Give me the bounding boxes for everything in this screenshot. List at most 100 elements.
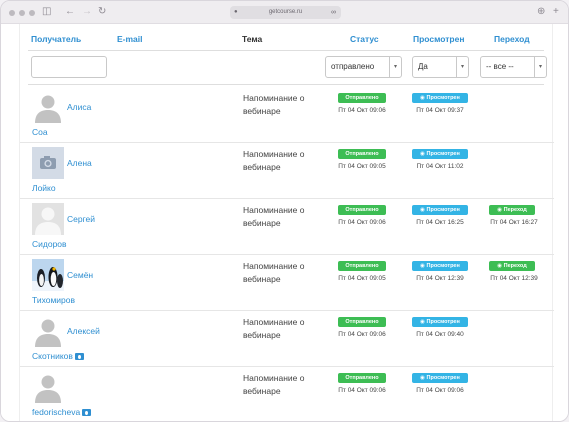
recipient-last-name-link[interactable]: Лойко bbox=[32, 183, 56, 193]
status-badge: Отправлено bbox=[338, 149, 386, 159]
table-row: Алена Лойко Напоминание о вебинаре Отправле… bbox=[20, 143, 554, 199]
message-subject: Напоминание о вебинаре bbox=[243, 149, 305, 172]
recipient-last-name: Скотников bbox=[32, 351, 73, 361]
shield-icon: ● bbox=[234, 9, 238, 15]
header-viewed[interactable]: Просмотрен bbox=[413, 34, 464, 44]
table-row: Алексей Скотников Напоминание о вебинаре От… bbox=[20, 311, 554, 367]
viewed-time: Пт 04 Окт 11:02 bbox=[416, 163, 464, 170]
viewed-time: Пт 04 Окт 12:39 bbox=[416, 275, 464, 282]
viewed-badge: ◉ Просмотрен bbox=[412, 317, 468, 327]
status-time: Пт 04 Окт 09:06 bbox=[338, 219, 386, 226]
avatar[interactable] bbox=[32, 203, 64, 235]
status-time: Пт 04 Окт 09:05 bbox=[338, 275, 386, 282]
viewed-badge: ◉ Просмотрен bbox=[412, 261, 468, 271]
recipient-last-name: fedorischeva bbox=[32, 407, 81, 417]
recipient-last-name-link[interactable]: Тихомиров bbox=[32, 295, 75, 305]
header-recipient[interactable]: Получатель bbox=[31, 34, 81, 44]
recipient-first-name-link[interactable]: Алена bbox=[67, 158, 92, 168]
message-subject: Напоминание о вебинаре bbox=[243, 261, 305, 284]
page-content: Получатель E-mail Тема Статус Просмотрен… bbox=[1, 24, 568, 421]
table-row: Алиса Соа Напоминание о вебинаре Отправлено… bbox=[20, 87, 554, 143]
status-time: Пт 04 Окт 09:06 bbox=[338, 107, 386, 114]
viewed-badge: ◉ Просмотрен bbox=[412, 93, 468, 103]
recipient-last-name: Сидоров bbox=[32, 239, 67, 249]
browser-window: ◫ ← → ↻ ● getcourse.ru ∞ ⊕ + Получатель … bbox=[0, 0, 569, 422]
status-filter-value: отправлено bbox=[331, 62, 375, 71]
status-time: Пт 04 Окт 09:06 bbox=[338, 331, 386, 338]
id-card-icon bbox=[74, 353, 84, 360]
viewed-time: Пт 04 Окт 09:40 bbox=[416, 331, 464, 338]
avatar[interactable] bbox=[32, 315, 64, 347]
avatar[interactable] bbox=[32, 371, 64, 403]
recipient-last-name-link[interactable]: Скотников bbox=[32, 351, 84, 361]
status-filter-select[interactable]: отправлено ▾ bbox=[325, 56, 402, 78]
avatar[interactable] bbox=[32, 259, 64, 291]
avatar[interactable] bbox=[32, 147, 64, 179]
recipient-last-name-link[interactable]: Сидоров bbox=[32, 239, 67, 249]
new-tab-icon[interactable]: + bbox=[553, 6, 559, 18]
table-row: Сергей Сидоров Напоминание о вебинаре Отпра… bbox=[20, 199, 554, 255]
status-time: Пт 04 Окт 09:05 bbox=[338, 163, 386, 170]
filter-divider bbox=[28, 84, 544, 85]
viewed-time: Пт 04 Окт 16:25 bbox=[416, 219, 464, 226]
recipient-filter-input[interactable] bbox=[31, 56, 107, 78]
header-subject: Тема bbox=[242, 34, 263, 44]
viewed-filter-select[interactable]: Да ▾ bbox=[412, 56, 469, 78]
zoom-window-button[interactable] bbox=[29, 10, 35, 16]
status-time: Пт 04 Окт 09:06 bbox=[338, 387, 386, 394]
close-window-button[interactable] bbox=[9, 10, 15, 16]
clicked-filter-select[interactable]: -- все -- ▾ bbox=[480, 56, 547, 78]
header-clicked[interactable]: Переход bbox=[494, 34, 530, 44]
header-divider bbox=[28, 50, 544, 51]
recipient-first-name-link[interactable]: Сергей bbox=[67, 214, 95, 224]
header-email[interactable]: E-mail bbox=[117, 34, 143, 44]
viewed-badge: ◉ Просмотрен bbox=[412, 205, 468, 215]
back-icon[interactable]: ← bbox=[65, 6, 75, 18]
clicked-time: Пт 04 Окт 12:39 bbox=[490, 275, 538, 282]
status-badge: Отправлено bbox=[338, 373, 386, 383]
message-subject: Напоминание о вебинаре bbox=[243, 317, 305, 340]
recipient-last-name: Соа bbox=[32, 127, 48, 137]
clicked-badge: ◉ Переход bbox=[489, 205, 535, 215]
link-icon[interactable]: ∞ bbox=[331, 6, 336, 19]
recipient-last-name: Лойко bbox=[32, 183, 56, 193]
chevron-down-icon: ▾ bbox=[389, 57, 401, 77]
avatar[interactable] bbox=[32, 91, 64, 123]
address-bar[interactable]: ● getcourse.ru ∞ bbox=[230, 6, 341, 19]
clicked-time: Пт 04 Окт 16:27 bbox=[490, 219, 538, 226]
chevron-down-icon: ▾ bbox=[534, 57, 546, 77]
chevron-down-icon: ▾ bbox=[456, 57, 468, 77]
viewed-badge: ◉ Просмотрен bbox=[412, 373, 468, 383]
message-subject: Напоминание о вебинаре bbox=[243, 373, 305, 396]
message-subject: Напоминание о вебинаре bbox=[243, 205, 305, 228]
viewed-time: Пт 04 Окт 09:06 bbox=[416, 387, 464, 394]
recipient-last-name-link[interactable]: fedorischeva bbox=[32, 407, 92, 417]
clicked-badge: ◉ Переход bbox=[489, 261, 535, 271]
recipient-last-name-link[interactable]: Соа bbox=[32, 127, 48, 137]
browser-toolbar: ◫ ← → ↻ ● getcourse.ru ∞ ⊕ + bbox=[1, 1, 568, 24]
viewed-badge: ◉ Просмотрен bbox=[412, 149, 468, 159]
mailing-log-table: Получатель E-mail Тема Статус Просмотрен… bbox=[19, 24, 554, 421]
status-badge: Отправлено bbox=[338, 261, 386, 271]
viewed-filter-value: Да bbox=[418, 62, 428, 71]
id-card-icon bbox=[82, 409, 92, 416]
message-subject: Напоминание о вебинаре bbox=[243, 93, 305, 116]
status-badge: Отправлено bbox=[338, 93, 386, 103]
status-badge: Отправлено bbox=[338, 205, 386, 215]
clicked-filter-value: -- все -- bbox=[486, 62, 514, 71]
download-icon[interactable]: ⊕ bbox=[537, 6, 545, 18]
reload-icon[interactable]: ↻ bbox=[98, 6, 106, 18]
table-row: fedorischeva Напоминание о вебинаре Отправ… bbox=[20, 367, 554, 421]
sidebar-icon[interactable]: ◫ bbox=[42, 6, 51, 18]
viewed-time: Пт 04 Окт 09:37 bbox=[416, 107, 464, 114]
forward-icon[interactable]: → bbox=[82, 6, 92, 18]
minimize-window-button[interactable] bbox=[19, 10, 25, 16]
recipient-first-name-link[interactable]: Семён bbox=[67, 270, 93, 280]
recipient-first-name-link[interactable]: Алексей bbox=[67, 326, 100, 336]
recipient-first-name-link[interactable]: Алиса bbox=[67, 102, 91, 112]
status-badge: Отправлено bbox=[338, 317, 386, 327]
url-text: getcourse.ru bbox=[268, 9, 303, 15]
header-status[interactable]: Статус bbox=[350, 34, 379, 44]
recipient-last-name: Тихомиров bbox=[32, 295, 76, 305]
table-row: Семён Тихомиров Напоминание о вебинаре Отпр… bbox=[20, 255, 554, 311]
